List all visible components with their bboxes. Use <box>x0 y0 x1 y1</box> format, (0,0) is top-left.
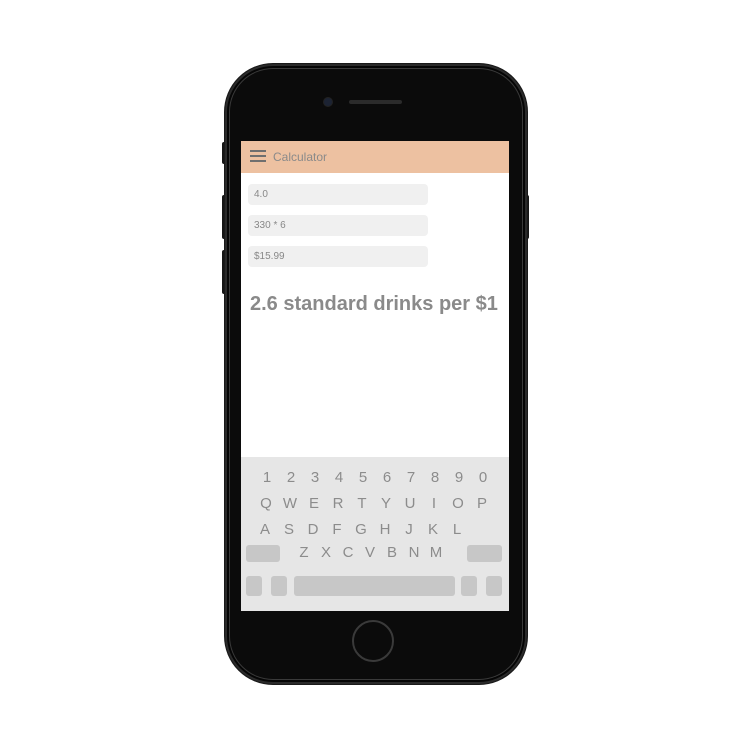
key-8[interactable]: 8 <box>423 469 447 486</box>
key-b[interactable]: B <box>381 544 403 561</box>
key-6[interactable]: 6 <box>375 469 399 486</box>
app-header: Calculator <box>241 141 509 173</box>
key-d[interactable]: D <box>301 521 325 538</box>
abv-input[interactable]: 4.0 <box>248 184 428 205</box>
key-2[interactable]: 2 <box>279 469 303 486</box>
volume-input[interactable]: 330 * 6 <box>248 215 428 236</box>
asdf-row: ASDFGHJKL <box>253 521 469 539</box>
key-p[interactable]: P <box>470 495 494 512</box>
dismiss-keyboard-key[interactable] <box>486 576 502 596</box>
key-y[interactable]: Y <box>374 495 398 512</box>
app-title: Calculator <box>273 150 328 164</box>
key-a[interactable]: A <box>253 521 277 538</box>
key-3[interactable]: 3 <box>303 469 327 486</box>
key-v[interactable]: V <box>359 544 381 561</box>
key-h[interactable]: H <box>373 521 397 538</box>
return-key[interactable] <box>461 576 477 596</box>
key-c[interactable]: C <box>337 544 359 561</box>
space-bar[interactable] <box>294 576 455 596</box>
price-input[interactable]: $15.99 <box>248 246 428 267</box>
key-m[interactable]: M <box>425 544 447 561</box>
key-e[interactable]: E <box>302 495 326 512</box>
number-row: 1234567890 <box>255 469 495 487</box>
earpiece-speaker <box>349 100 402 104</box>
on-screen-keyboard: 1234567890 QWERTYUIOP ASDFGHJKL ZXCVBNM <box>241 457 509 611</box>
shift-key[interactable] <box>246 545 280 562</box>
key-f[interactable]: F <box>325 521 349 538</box>
zxcv-row: ZXCVBNM <box>293 544 447 562</box>
device-stage: Calculator 4.0 330 * 6 $15.99 2.6 standa… <box>0 0 750 750</box>
key-l[interactable]: L <box>445 521 469 538</box>
emoji-key[interactable] <box>271 576 287 596</box>
key-w[interactable]: W <box>278 495 302 512</box>
key-0[interactable]: 0 <box>471 469 495 486</box>
qwerty-row: QWERTYUIOP <box>254 495 494 513</box>
key-9[interactable]: 9 <box>447 469 471 486</box>
front-camera <box>324 98 332 106</box>
hamburger-menu-icon[interactable] <box>250 149 266 163</box>
key-n[interactable]: N <box>403 544 425 561</box>
key-j[interactable]: J <box>397 521 421 538</box>
key-x[interactable]: X <box>315 544 337 561</box>
key-7[interactable]: 7 <box>399 469 423 486</box>
key-z[interactable]: Z <box>293 544 315 561</box>
key-4[interactable]: 4 <box>327 469 351 486</box>
home-button[interactable] <box>352 620 394 662</box>
phone-screen: Calculator 4.0 330 * 6 $15.99 2.6 standa… <box>241 141 509 611</box>
key-q[interactable]: Q <box>254 495 278 512</box>
result-text: 2.6 standard drinks per $1 <box>250 293 498 315</box>
key-g[interactable]: G <box>349 521 373 538</box>
backspace-key[interactable] <box>467 545 502 562</box>
key-1[interactable]: 1 <box>255 469 279 486</box>
key-s[interactable]: S <box>277 521 301 538</box>
key-r[interactable]: R <box>326 495 350 512</box>
key-5[interactable]: 5 <box>351 469 375 486</box>
number-mode-key[interactable] <box>246 576 262 596</box>
key-t[interactable]: T <box>350 495 374 512</box>
key-k[interactable]: K <box>421 521 445 538</box>
key-i[interactable]: I <box>422 495 446 512</box>
key-o[interactable]: O <box>446 495 470 512</box>
key-u[interactable]: U <box>398 495 422 512</box>
